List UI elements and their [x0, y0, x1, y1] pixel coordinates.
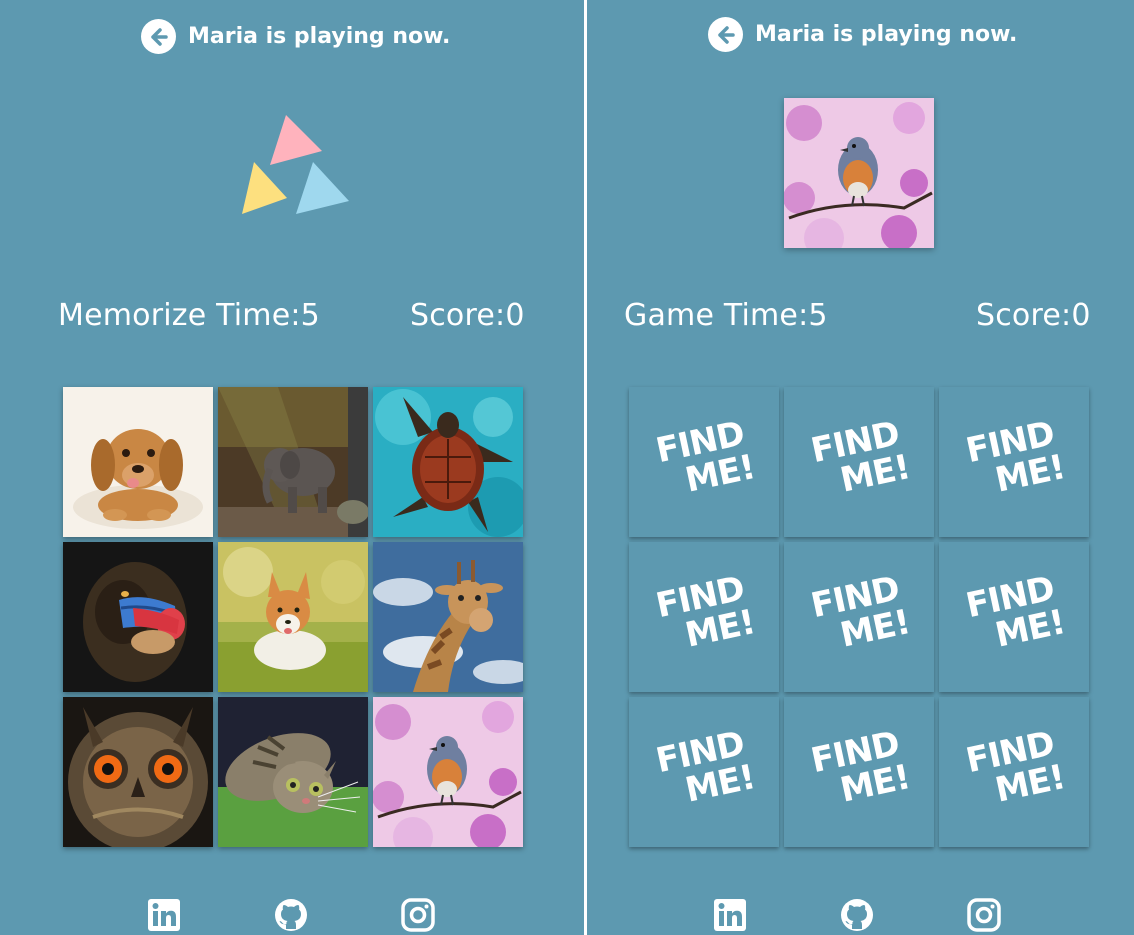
- find-me-label: FIND ME!: [962, 568, 1069, 656]
- social-links: [147, 898, 528, 932]
- game-panel: Maria is playing now. Game Time:5 Score:…: [587, 0, 1134, 935]
- social-links: [713, 898, 1094, 932]
- memorize-panel: Maria is playing now. Memorize Time:5 Sc…: [0, 0, 584, 935]
- arrow-left-circle-icon[interactable]: [141, 19, 176, 54]
- card-owl-image[interactable]: [63, 697, 213, 847]
- hidden-card[interactable]: FIND ME!: [629, 697, 779, 847]
- find-me-label: FIND ME!: [807, 723, 914, 811]
- github-icon[interactable]: [840, 898, 874, 932]
- card-mandrill-image[interactable]: [63, 542, 213, 692]
- find-me-label: FIND ME!: [962, 413, 1069, 501]
- card-cat-image[interactable]: [218, 697, 368, 847]
- game-timer: Game Time:5: [624, 298, 828, 333]
- find-me-label: FIND ME!: [652, 723, 759, 811]
- find-me-label: FIND ME!: [807, 568, 914, 656]
- memorize-timer: Memorize Time:5: [58, 298, 320, 333]
- instagram-icon[interactable]: [401, 898, 435, 932]
- hidden-card[interactable]: FIND ME!: [629, 387, 779, 537]
- player-status-text: Maria is playing now.: [188, 24, 451, 49]
- hidden-card[interactable]: FIND ME!: [784, 697, 934, 847]
- find-me-label: FIND ME!: [652, 568, 759, 656]
- linkedin-icon[interactable]: [713, 898, 747, 932]
- find-me-label: FIND ME!: [807, 413, 914, 501]
- find-me-label: FIND ME!: [962, 723, 1069, 811]
- hidden-card[interactable]: FIND ME!: [784, 542, 934, 692]
- hidden-card[interactable]: FIND ME!: [939, 542, 1089, 692]
- instagram-icon[interactable]: [967, 898, 1001, 932]
- github-icon[interactable]: [274, 898, 308, 932]
- card-giraffe-image[interactable]: [373, 542, 523, 692]
- score-display: Score:0: [410, 298, 525, 333]
- target-robin-image: [783, 98, 934, 258]
- hidden-card[interactable]: FIND ME!: [784, 387, 934, 537]
- hidden-card[interactable]: FIND ME!: [939, 697, 1089, 847]
- card-robin-image[interactable]: [373, 697, 523, 847]
- hidden-card[interactable]: FIND ME!: [939, 387, 1089, 537]
- linkedin-icon[interactable]: [147, 898, 181, 932]
- triangles-logo: [238, 110, 353, 222]
- card-elephant-image[interactable]: [218, 387, 368, 537]
- score-display: Score:0: [976, 298, 1091, 333]
- arrow-left-circle-icon[interactable]: [708, 17, 743, 52]
- card-puppy-image[interactable]: [63, 387, 213, 537]
- player-header: Maria is playing now.: [708, 17, 1017, 52]
- player-header: Maria is playing now.: [141, 19, 450, 54]
- hidden-card[interactable]: FIND ME!: [629, 542, 779, 692]
- memorize-card-grid: [63, 387, 523, 847]
- card-corgi-image[interactable]: [218, 542, 368, 692]
- hidden-card-grid: FIND ME! FIND ME! FIND ME! FIND ME! FIND ME! …: [629, 387, 1089, 847]
- player-status-text: Maria is playing now.: [755, 22, 1018, 47]
- card-turtle-image[interactable]: [373, 387, 523, 537]
- find-me-label: FIND ME!: [652, 413, 759, 501]
